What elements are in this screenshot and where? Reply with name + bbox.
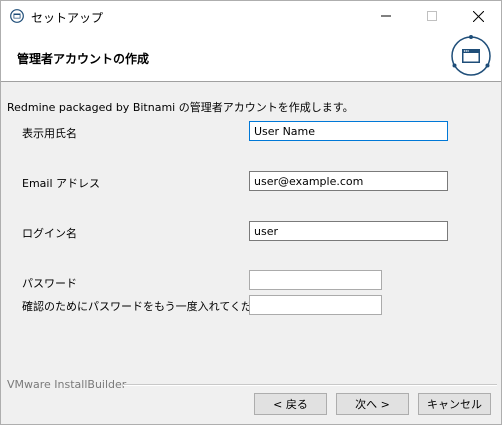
close-button[interactable]	[455, 1, 501, 31]
next-button[interactable]: 次へ >	[336, 393, 409, 415]
password-confirm-input[interactable]	[249, 295, 382, 315]
setup-window: セットアップ 管理者アカウントの作成 Redmine packaged by B…	[0, 0, 502, 425]
cancel-button[interactable]: キャンセル	[418, 393, 491, 415]
wizard-header: 管理者アカウントの作成	[1, 31, 501, 82]
login-input[interactable]	[249, 221, 448, 241]
close-icon	[472, 10, 484, 22]
maximize-button[interactable]	[409, 1, 455, 31]
email-label: Email アドレス	[22, 177, 101, 190]
page-title: 管理者アカウントの作成	[17, 52, 150, 66]
display-name-input[interactable]	[249, 121, 448, 141]
password-input[interactable]	[249, 270, 382, 290]
password-label: パスワード	[22, 277, 77, 290]
title-bar: セットアップ	[1, 1, 501, 31]
installbuilder-brand: VMware InstallBuilder	[7, 378, 127, 391]
login-label: ログイン名	[22, 227, 77, 240]
intro-text: Redmine packaged by Bitnami の管理者アカウントを作成…	[7, 101, 354, 114]
window-title: セットアップ	[31, 11, 104, 25]
password-confirm-label: 確認のためにパスワードをもう一度入れてください	[22, 300, 275, 313]
maximize-icon	[427, 11, 437, 21]
email-input[interactable]	[249, 171, 448, 191]
back-button[interactable]: < 戻る	[254, 393, 327, 415]
footer-divider	[123, 384, 497, 386]
display-name-label: 表示用氏名	[22, 127, 77, 140]
minimize-icon	[381, 15, 391, 17]
installer-window-logo	[449, 34, 493, 78]
minimize-button[interactable]	[363, 1, 409, 31]
installer-app-icon	[10, 9, 24, 23]
